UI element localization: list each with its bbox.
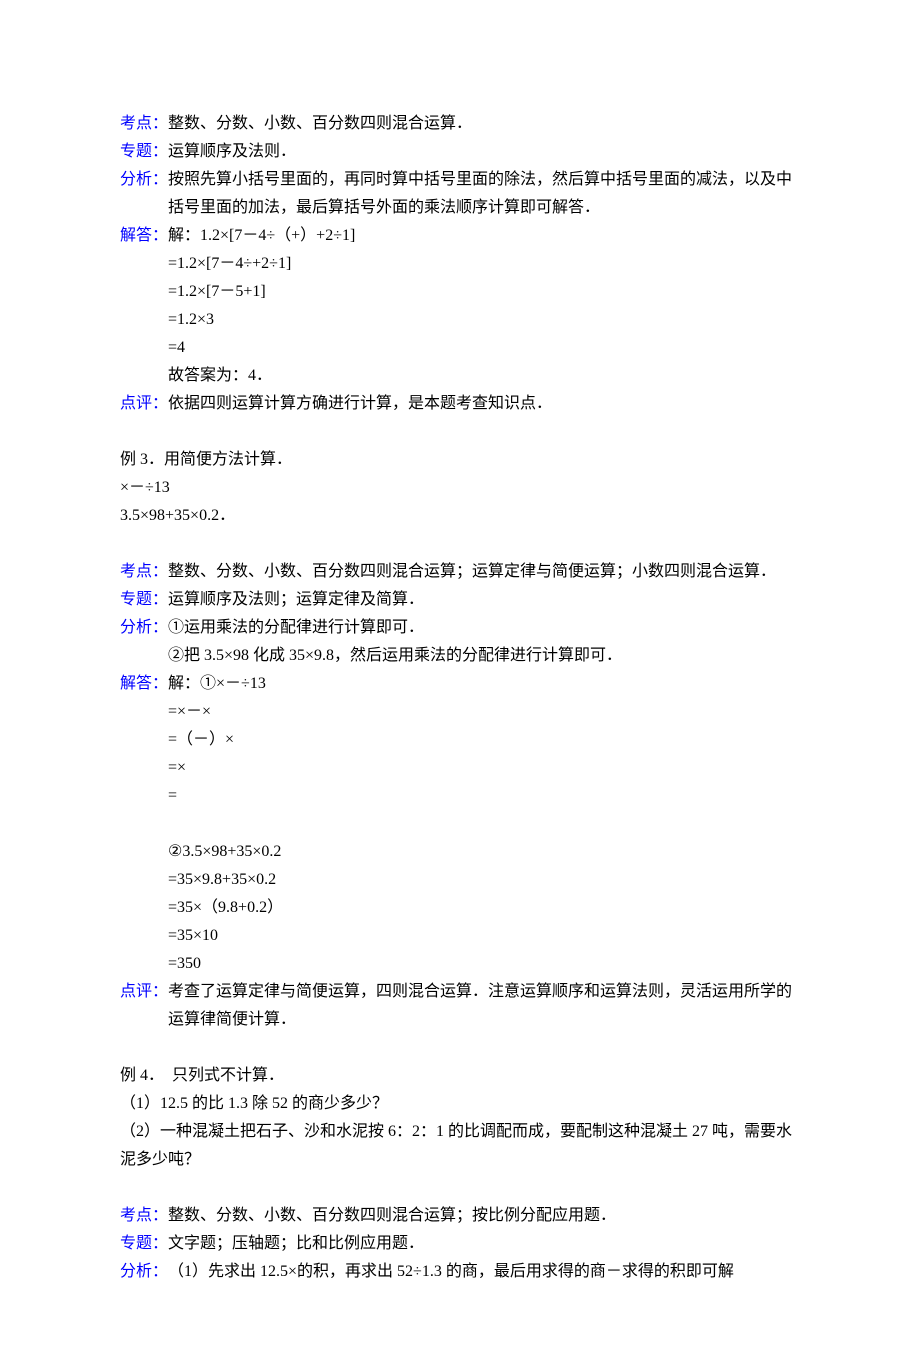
fenxi-label: 分析：	[120, 614, 168, 642]
s3-fenxi-row: 分析： （1）先求出 12.5×的积，再求出 52÷1.3 的商，最后用求得的商…	[120, 1258, 800, 1286]
s3-question-2: （2）一种混凝土把石子、沙和水泥按 6：2：1 的比调配而成，要配制这种混凝土 …	[120, 1118, 800, 1174]
spacer	[120, 1174, 800, 1202]
fenxi-label: 分析：	[120, 166, 168, 194]
example-4-title: 例 4． 只列式不计算．	[120, 1062, 800, 1090]
jieda-line-7: =35×9.8+35×0.2	[120, 866, 800, 894]
s2-problem-1: ×－÷13	[120, 474, 800, 502]
zhuanti-label: 专题：	[120, 138, 168, 166]
jieda-line-4: =1.2×3	[120, 306, 800, 334]
kaodian-label: 考点：	[120, 110, 168, 138]
zhuanti-label: 专题：	[120, 1230, 168, 1258]
kaodian-label: 考点：	[120, 1202, 168, 1230]
jieda-line-2: =1.2×[7－4÷+2÷1]	[120, 250, 800, 278]
spacer	[120, 418, 800, 446]
jieda-line-4: =×	[120, 754, 800, 782]
fenxi-text: （1）先求出 12.5×的积，再求出 52÷1.3 的商，最后用求得的商－求得的…	[168, 1258, 800, 1286]
jieda-line-8: =35×（9.8+0.2）	[120, 894, 800, 922]
zhuanti-text: 文字题；压轴题；比和比例应用题．	[168, 1230, 800, 1258]
s3-kaodian-row: 考点： 整数、分数、小数、百分数四则混合运算；按比例分配应用题．	[120, 1202, 800, 1230]
jieda-line-3: =（－）×	[120, 726, 800, 754]
spacer	[120, 1034, 800, 1062]
s2-dianping-row: 点评： 考查了运算定律与简便运算，四则混合运算．注意运算顺序和运算法则，灵活运用…	[120, 978, 800, 1034]
s1-fenxi-row: 分析： 按照先算小括号里面的，再同时算中括号里面的除法，然后算中括号里面的减法，…	[120, 166, 800, 222]
fenxi-line-2: ②把 3.5×98 化成 35×9.8，然后运用乘法的分配律进行计算即可．	[120, 642, 800, 670]
kaodian-text: 整数、分数、小数、百分数四则混合运算；按比例分配应用题．	[168, 1202, 800, 1230]
jieda-line-6: ②3.5×98+35×0.2	[120, 838, 800, 866]
s2-fenxi-row: 分析： ①运用乘法的分配律进行计算即可．	[120, 614, 800, 642]
jieda-line-3: =1.2×[7－5+1]	[120, 278, 800, 306]
page: 考点： 整数、分数、小数、百分数四则混合运算． 专题： 运算顺序及法则． 分析：…	[0, 0, 920, 1346]
kaodian-text: 整数、分数、小数、百分数四则混合运算；运算定律与简便运算；小数四则混合运算．	[168, 558, 800, 586]
spacer	[120, 810, 800, 838]
fenxi-text: 按照先算小括号里面的，再同时算中括号里面的除法，然后算中括号里面的减法，以及中括…	[168, 166, 800, 222]
s2-problem-2: 3.5×98+35×0.2．	[120, 502, 800, 530]
jieda-line-2: =×－×	[120, 698, 800, 726]
jieda-line-1: 解：1.2×[7－4÷（+）+2÷1]	[168, 222, 800, 250]
fenxi-line-1: ①运用乘法的分配律进行计算即可．	[168, 614, 800, 642]
s1-kaodian-row: 考点： 整数、分数、小数、百分数四则混合运算．	[120, 110, 800, 138]
dianping-label: 点评：	[120, 390, 168, 418]
dianping-text: 考查了运算定律与简便运算，四则混合运算．注意运算顺序和运算法则，灵活运用所学的运…	[168, 978, 800, 1034]
kaodian-label: 考点：	[120, 558, 168, 586]
jieda-line-5: =4	[120, 334, 800, 362]
s1-dianping-row: 点评： 依据四则运算计算方确进行计算，是本题考查知识点．	[120, 390, 800, 418]
zhuanti-text: 运算顺序及法则．	[168, 138, 800, 166]
jieda-line-9: =35×10	[120, 922, 800, 950]
jieda-label: 解答：	[120, 222, 168, 250]
fenxi-label: 分析：	[120, 1258, 168, 1286]
s2-jieda-row: 解答： 解：①×－÷13	[120, 670, 800, 698]
zhuanti-text: 运算顺序及法则；运算定律及简算．	[168, 586, 800, 614]
s1-zhuanti-row: 专题： 运算顺序及法则．	[120, 138, 800, 166]
s1-jieda-row: 解答： 解：1.2×[7－4÷（+）+2÷1]	[120, 222, 800, 250]
jieda-line-1: 解：①×－÷13	[168, 670, 800, 698]
s2-kaodian-row: 考点： 整数、分数、小数、百分数四则混合运算；运算定律与简便运算；小数四则混合运…	[120, 558, 800, 586]
s3-question-1: （1）12.5 的比 1.3 除 52 的商少多少？	[120, 1090, 800, 1118]
jieda-label: 解答：	[120, 670, 168, 698]
dianping-label: 点评：	[120, 978, 168, 1006]
jieda-line-5: =	[120, 782, 800, 810]
kaodian-text: 整数、分数、小数、百分数四则混合运算．	[168, 110, 800, 138]
s3-zhuanti-row: 专题： 文字题；压轴题；比和比例应用题．	[120, 1230, 800, 1258]
spacer	[120, 530, 800, 558]
dianping-text: 依据四则运算计算方确进行计算，是本题考查知识点．	[168, 390, 800, 418]
jieda-line-10: =350	[120, 950, 800, 978]
jieda-line-6: 故答案为：4．	[120, 362, 800, 390]
zhuanti-label: 专题：	[120, 586, 168, 614]
example-3-title: 例 3．用简便方法计算．	[120, 446, 800, 474]
s2-zhuanti-row: 专题： 运算顺序及法则；运算定律及简算．	[120, 586, 800, 614]
